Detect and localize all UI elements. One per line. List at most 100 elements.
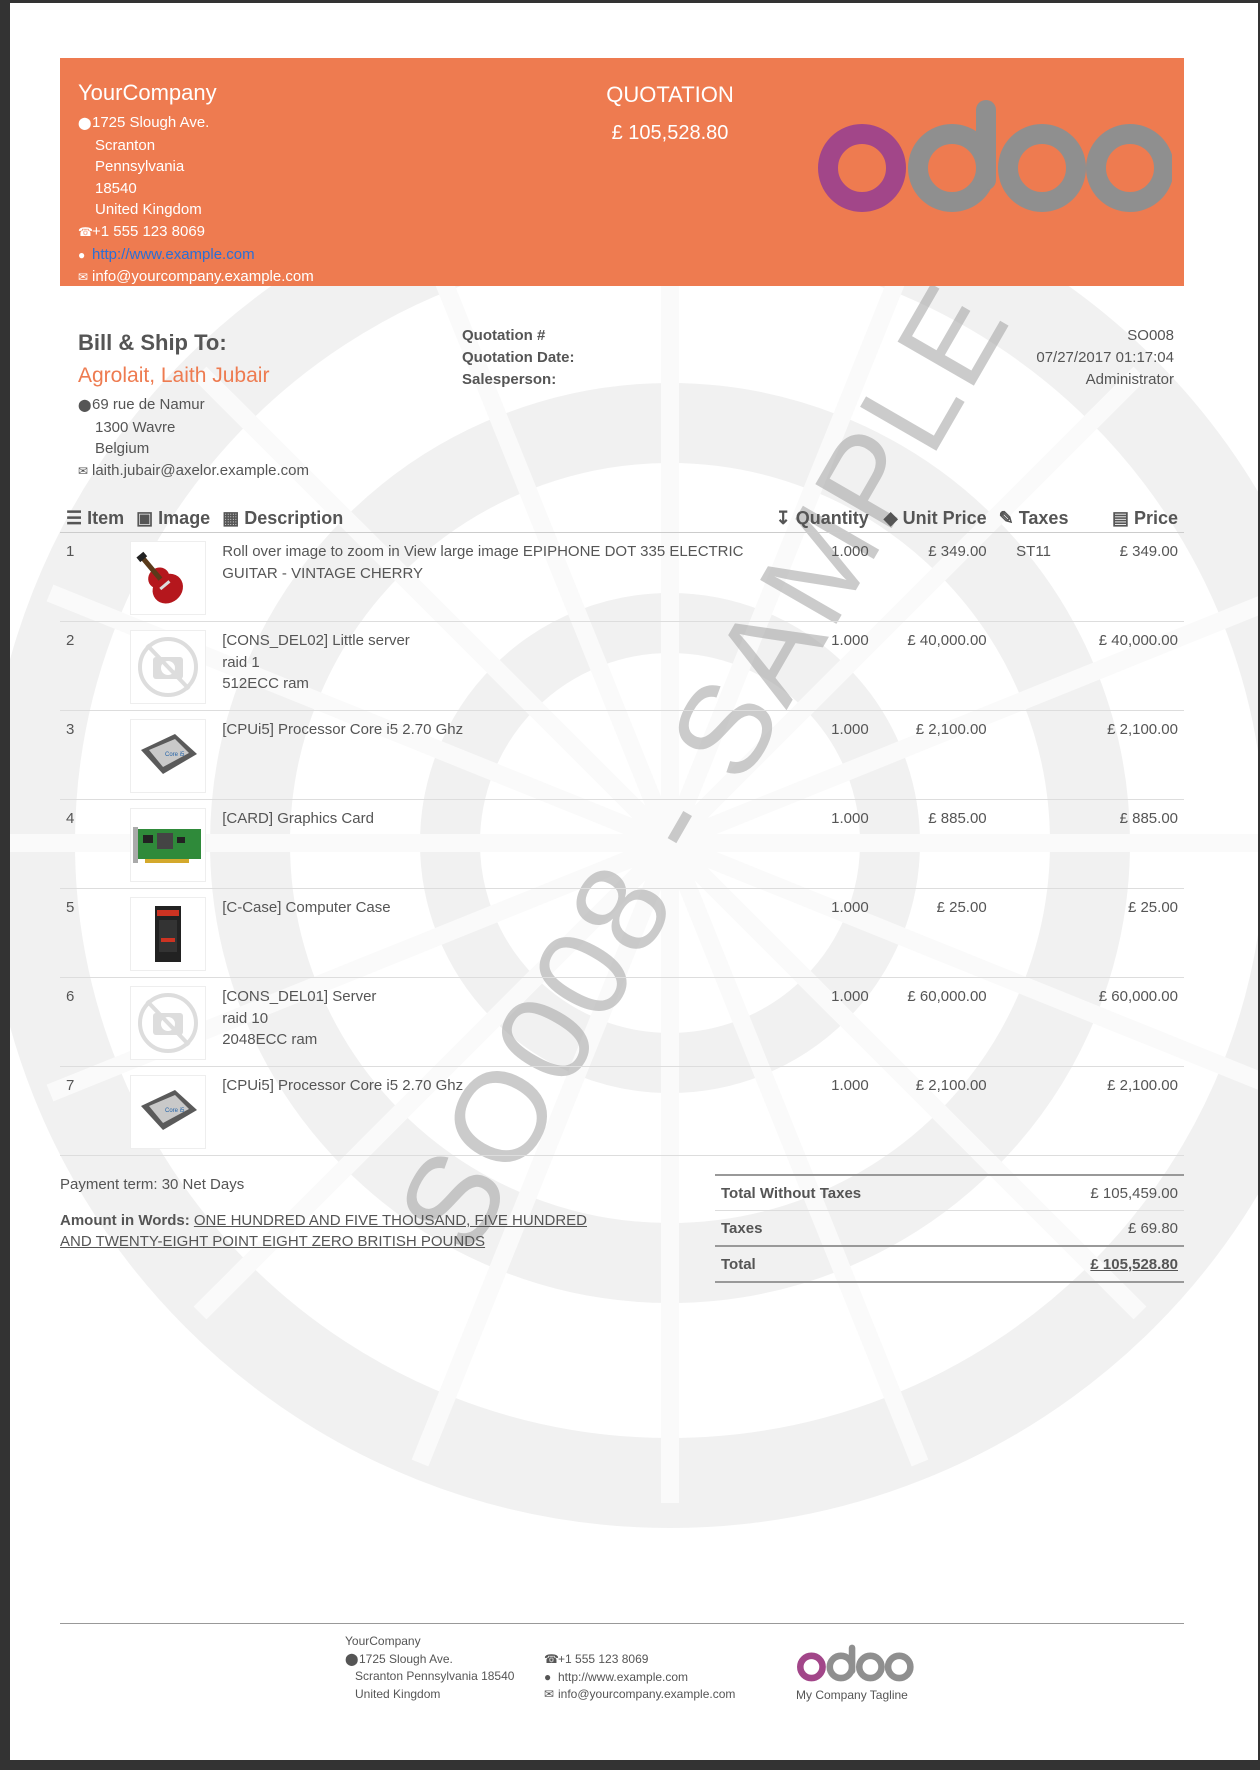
footer-email: info@yourcompany.example.com [558,1687,736,1701]
line-description: GUITAR - VINTAGE CHERRY [222,564,424,582]
product-image [130,897,207,971]
envelope-icon: ✉ [544,1687,555,1701]
line-price: £ 349.00 [1074,532,1184,622]
line-price: £ 40,000.00 [1074,621,1184,711]
map-marker-icon: ⬤ [78,116,92,130]
untaxed-amount: £ 105,459.00 [998,1174,1184,1211]
phone-icon: ☎ [544,1652,559,1666]
quotation-date-label: Quotation Date: [462,349,575,366]
line-description: [CONS_DEL01] Server [222,988,377,1005]
product-image [130,986,207,1060]
line-item: 2 [60,621,131,711]
footer-tagline: My Company Tagline [796,1688,908,1702]
company-country: United Kingdom [95,201,202,219]
line-price: £ 25.00 [1074,888,1184,978]
company-website-link[interactable]: http://www.example.com [92,246,255,263]
line-quantity: 1.000 [769,710,875,800]
line-description: [CONS_DEL02] Little server [222,632,410,649]
customer-city: 1300 Wavre [95,418,176,436]
document-total: £ 105,528.80 [611,122,729,144]
line-description: Roll over image to zoom in View large im… [222,543,744,560]
product-image: Core i5 [130,1075,207,1149]
line-price: £ 2,100.00 [1074,1066,1184,1156]
line-quantity: 1.000 [769,1066,875,1156]
bill-ship-to: Bill & Ship To: Agrolait, Laith Jubair ⬤… [78,330,309,482]
edit-icon: ✎ [998,507,1019,528]
line-taxes [992,710,1075,800]
tag-icon: ◆ [883,507,903,528]
line-quantity: 1.000 [769,888,875,978]
document-title: QUOTATION [606,82,734,107]
company-city: Scranton [95,136,156,154]
product-image: Core i5 [130,719,207,793]
product-image [130,808,207,882]
line-quantity: 1.000 [769,532,875,622]
line-unit-price: £ 2,100.00 [874,710,993,800]
list-icon: ☰ [66,507,88,528]
footer-odoo-logo [797,1644,914,1682]
line-quantity: 1.000 [769,799,875,889]
line-unit-price: £ 25.00 [874,888,993,978]
envelope-icon: ✉ [78,463,89,478]
col-taxes: ✎ Taxes [992,504,1075,533]
footer-company: YourCompany [345,1634,421,1648]
quotation-number-label: Quotation # [462,327,546,344]
table-row: 1 Roll over image to zoom in View large i… [60,532,1184,622]
line-item: 4 [60,799,131,889]
table-row: 7 Core i5 [CPUi5] Processor Core i5 2.70 G… [60,1066,1184,1156]
line-price: £ 885.00 [1074,799,1184,889]
line-unit-price: £ 40,000.00 [874,621,993,711]
line-item: 1 [60,532,131,622]
line-item: 6 [60,977,131,1067]
company-state: Pennsylvania [95,158,185,176]
table-row: 2 [CONS_DEL02] Little server raid 1 512ECC … [60,621,1184,711]
company-street: 1725 Slough Ave. [92,114,210,131]
total-row: Total £ 105,528.80 [715,1245,1184,1283]
footer-city: Scranton Pennsylvania 18540 [355,1669,515,1683]
footer-country: United Kingdom [355,1686,441,1701]
line-unit-price: £ 60,000.00 [874,977,993,1067]
col-unit-price: ◆ Unit Price [874,504,993,533]
footer-website: http://www.example.com [558,1669,689,1684]
taxes-row: Taxes £ 69.80 [715,1210,1184,1246]
table-row: 6 [CONS_DEL01] Server raid 10 2048ECC ram 1.… [60,977,1184,1067]
map-marker-icon: ⬤ [78,398,92,412]
line-price: £ 60,000.00 [1074,977,1184,1067]
map-marker-icon: ⬤ [345,1651,359,1666]
table-header-row: ☰ Item ▣ Image ▦ Description ↧ Quantity … [60,504,1184,533]
line-description: [CARD] Graphics Card [222,810,374,827]
line-item: 7 [60,1066,131,1156]
line-unit-price: £ 2,100.00 [874,1066,993,1156]
company-address: ⬤1725 Slough Ave. Scranton Pennsylvania … [78,112,314,289]
line-taxes: ST11 [992,532,1075,622]
customer-country: Belgium [95,440,150,458]
line-taxes [992,621,1075,711]
line-description: raid 1 [222,653,260,671]
col-price: ▤ Price [1074,504,1184,533]
line-taxes [992,799,1075,889]
footer-contact: ☎+1 555 123 8069 ● http://www.example.com… [544,1651,735,1704]
col-image: ▣ Image [130,504,217,533]
company-zip: 18540 [95,179,137,197]
bill-ship-heading: Bill & Ship To: [78,330,227,355]
company-email: info@yourcompany.example.com [92,268,314,286]
totals-table: Total Without Taxes £ 105,459.00 Taxes £ 6… [715,1174,1184,1283]
phone-icon: ☎ [78,224,93,239]
camera-icon: ▣ [136,507,159,528]
line-quantity: 1.000 [769,621,875,711]
globe-icon: ● [78,247,86,262]
col-description: ▦ Description [216,504,770,533]
company-name: YourCompany [78,80,217,105]
th-large-icon: ▦ [222,507,245,528]
quotation-meta: Quotation # SO008 Quotation Date: 07/27/20… [462,327,1174,393]
customer-email: laith.jubair@axelor.example.com [92,461,309,479]
svg-text:Core i5: Core i5 [165,752,185,758]
line-description: [CPUi5] Processor Core i5 2.70 Ghz [222,721,464,738]
footer-address: YourCompany ⬤1725 Slough Ave. Scranton P… [345,1633,514,1703]
col-item: ☰ Item [60,504,131,533]
globe-icon: ● [544,1669,552,1684]
money-icon: ▤ [1111,507,1134,528]
product-image [130,541,207,615]
total-amount: £ 105,528.80 [998,1245,1184,1283]
table-row: 3 Core i5 [CPUi5] Processor Core i5 2.70 G… [60,710,1184,800]
